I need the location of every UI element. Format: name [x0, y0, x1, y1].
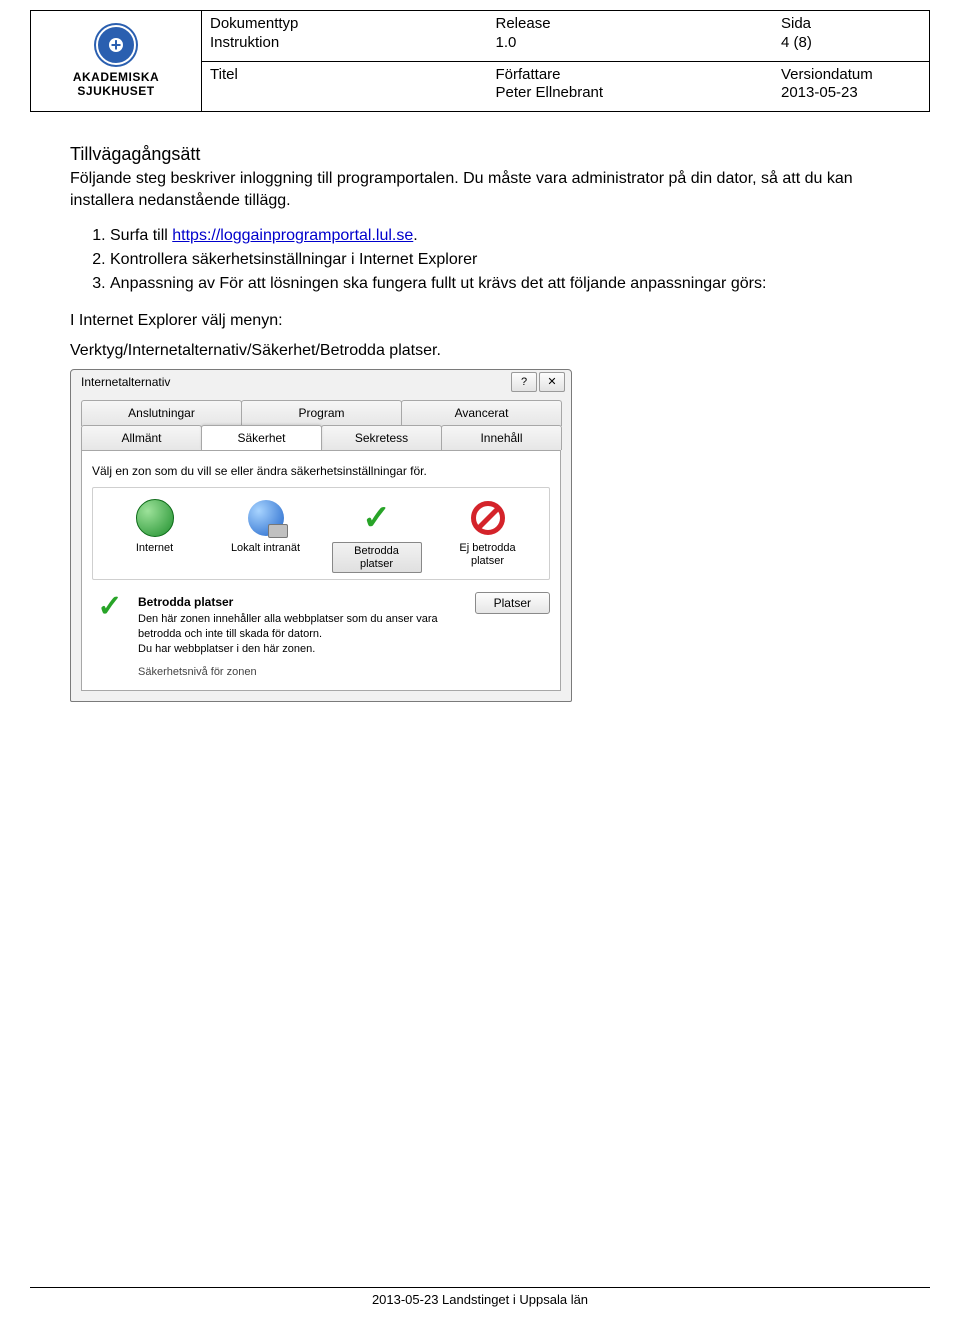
tab-security[interactable]: Säkerhet — [201, 425, 322, 450]
ban-icon — [471, 501, 505, 535]
zone-intranet-label: Lokalt intranät — [221, 542, 311, 555]
tab-content[interactable]: Innehåll — [441, 425, 562, 450]
dialog-title: Internetalternativ — [81, 374, 170, 390]
zone-restricted-label: Ej betrodda platser — [443, 542, 533, 567]
release-value: 1.0 — [496, 34, 517, 51]
logo-text: AKADEMISKA SJUKHUSET — [73, 71, 159, 99]
tab-connections[interactable]: Anslutningar — [81, 400, 242, 425]
document-body: Tillvägagångsätt Följande steg beskriver… — [30, 112, 930, 702]
step-2: Kontrollera säkerhetsinställningar i Int… — [110, 249, 910, 271]
doctype-value: Instruktion — [210, 34, 279, 51]
sub-instruction-2: Verktyg/Internetalternativ/Säkerhet/Betr… — [70, 340, 910, 362]
tabs-row-top: Anslutningar Program Avancerat — [81, 400, 561, 425]
tab-panel-security: Välj en zon som du vill se eller ändra s… — [81, 450, 561, 691]
zone-internet[interactable]: Internet — [110, 498, 200, 573]
tab-advanced[interactable]: Avancerat — [401, 400, 562, 425]
step-1-prefix: Surfa till — [110, 227, 172, 244]
zone-desc-body: Den här zonen innehåller alla webbplatse… — [138, 613, 438, 655]
logo-line1: AKADEMISKA — [73, 70, 159, 84]
step-1-link[interactable]: https://loggainprogramportal.lul.se — [172, 227, 413, 244]
zone-restricted-sites[interactable]: Ej betrodda platser — [443, 498, 533, 573]
intro-paragraph: Följande steg beskriver inloggning till … — [70, 168, 910, 211]
step-3: Anpassning av För att lösningen ska fung… — [110, 273, 910, 295]
check-icon: ✓ — [362, 501, 391, 535]
internet-options-dialog: Internetalternativ ? ✕ Anslutningar Prog… — [70, 369, 572, 701]
check-icon-large: ✓ — [92, 592, 128, 657]
globe-icon — [136, 499, 174, 537]
close-button[interactable]: ✕ — [539, 372, 565, 392]
zone-local-intranet[interactable]: Lokalt intranät — [221, 498, 311, 573]
section-heading: Tillvägagångsätt — [70, 142, 910, 166]
dialog-titlebar: Internetalternativ ? ✕ — [71, 370, 571, 394]
logo-cell: + AKADEMISKA SJUKHUSET — [31, 11, 202, 111]
intranet-icon — [248, 500, 284, 536]
page-value: 4 (8) — [781, 34, 812, 51]
zone-list: Internet Lokalt intranät ✓ Betrodda plat… — [92, 487, 550, 580]
sub-instruction-1: I Internet Explorer välj menyn: — [70, 310, 910, 332]
sites-button[interactable]: Platser — [475, 592, 550, 614]
version-value: 2013-05-23 — [781, 84, 858, 101]
step-1: Surfa till https://loggainprogramportal.… — [110, 225, 910, 247]
zone-description: ✓ Betrodda platser Den här zonen innehål… — [92, 592, 550, 657]
meta-table: Dokumenttyp Instruktion Release 1.0 Sida… — [202, 11, 929, 111]
page-footer: 2013-05-23 Landstinget i Uppsala län — [0, 1287, 960, 1307]
release-label: Release — [496, 15, 551, 32]
zone-caption: Välj en zon som du vill se eller ändra s… — [92, 463, 550, 479]
zone-trusted-sites[interactable]: ✓ Betrodda platser — [332, 498, 422, 573]
help-button[interactable]: ? — [511, 372, 537, 392]
author-label: Författare — [496, 66, 561, 83]
logo-icon: + — [94, 23, 138, 67]
cutoff-text: Säkerhetsnivå för zonen — [138, 665, 550, 680]
tabs-row-bottom: Allmänt Säkerhet Sekretess Innehåll — [81, 425, 561, 450]
tab-privacy[interactable]: Sekretess — [321, 425, 442, 450]
logo-line2: SJUKHUSET — [77, 84, 154, 98]
zone-desc-title: Betrodda platser — [138, 594, 465, 610]
author-value: Peter Ellnebrant — [496, 84, 604, 101]
doctype-label: Dokumenttyp — [210, 15, 298, 32]
zone-trusted-label: Betrodda platser — [332, 542, 422, 573]
zone-internet-label: Internet — [110, 542, 200, 555]
version-label: Versiondatum — [781, 66, 873, 83]
tab-general[interactable]: Allmänt — [81, 425, 202, 450]
steps-list: Surfa till https://loggainprogramportal.… — [70, 225, 910, 294]
step-1-suffix: . — [413, 227, 417, 244]
tab-programs[interactable]: Program — [241, 400, 402, 425]
footer-text: 2013-05-23 Landstinget i Uppsala län — [372, 1292, 588, 1307]
title-label: Titel — [210, 66, 238, 83]
document-header: + AKADEMISKA SJUKHUSET Dokumenttyp Instr… — [30, 10, 930, 112]
page-label: Sida — [781, 15, 811, 32]
